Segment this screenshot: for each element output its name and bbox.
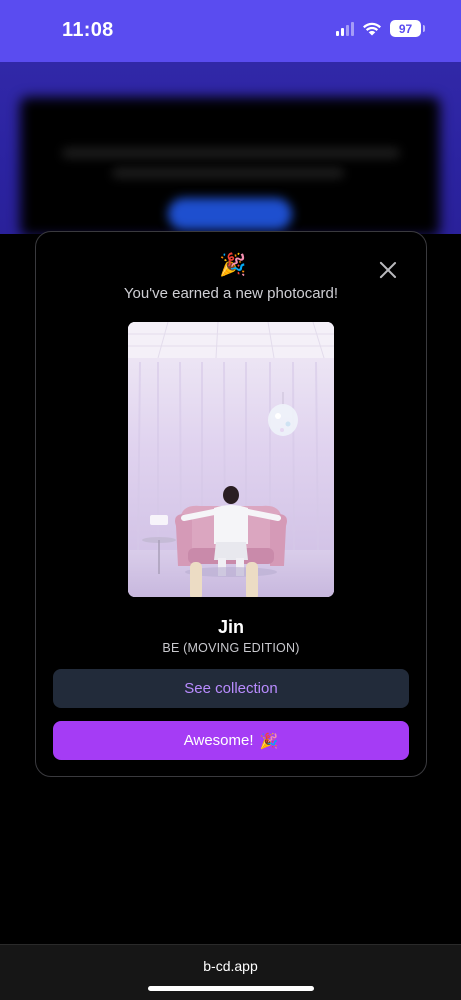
url-text[interactable]: b-cd.app: [0, 958, 461, 974]
party-popper-icon: 🎉: [219, 252, 247, 277]
close-icon[interactable]: [378, 260, 398, 280]
reward-message: You've earned a new photocard!: [123, 285, 339, 302]
photocard-album-name: BE (MOVING EDITION): [162, 641, 300, 655]
photocard-reward-modal: 🎉 You've earned a new photocard! Jin BE …: [35, 231, 427, 777]
status-icons: 97: [336, 20, 425, 37]
status-bar: 11:08 97: [0, 0, 461, 62]
battery-indicator: 97: [390, 20, 425, 37]
party-popper-icon: 🎉: [259, 732, 279, 750]
background-text-line: [62, 148, 400, 158]
photocard-image: [128, 322, 334, 597]
browser-address-bar[interactable]: b-cd.app: [0, 944, 461, 1000]
status-time: 11:08: [62, 19, 114, 41]
app-screen: 11:08 97 🎉 You've earned a new photocard…: [0, 0, 461, 1000]
photocard-member-name: Jin: [217, 617, 244, 637]
see-collection-button[interactable]: See collection: [53, 669, 409, 708]
cellular-signal-icon: [336, 21, 354, 36]
wifi-icon: [363, 22, 381, 36]
see-collection-label: See collection: [184, 680, 278, 697]
home-indicator[interactable]: [148, 986, 314, 991]
background-button: [168, 198, 292, 230]
awesome-button[interactable]: Awesome! 🎉: [53, 721, 409, 760]
awesome-label: Awesome!: [183, 732, 254, 749]
background-text-line: [112, 168, 344, 178]
